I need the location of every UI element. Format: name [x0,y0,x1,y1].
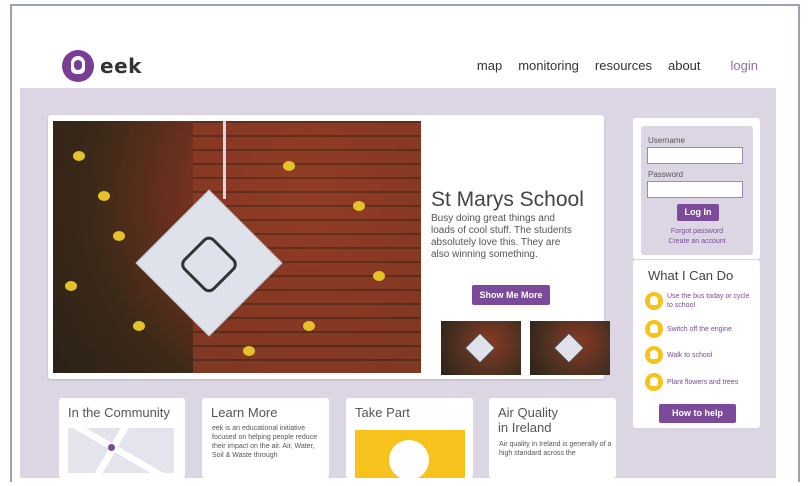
what-i-can-do-panel: What I Can Do Use the bus today or cycle… [633,260,760,428]
show-more-button[interactable]: Show Me More [472,285,550,305]
gallery-thumbnail[interactable] [530,321,610,375]
nav-map[interactable]: map [477,58,502,73]
password-label: Password [648,170,684,179]
person-icon [645,292,663,310]
learn-more-card[interactable]: Learn More eek is an educational initiat… [202,398,329,478]
password-field[interactable] [647,181,743,198]
nav-monitoring[interactable]: monitoring [518,58,579,73]
login-panel: Username Password Log In Forgot password… [633,118,760,259]
card-title: Learn More [211,405,278,420]
username-label: Username [648,136,685,145]
flower-icon [373,271,385,281]
flower-icon [65,281,77,291]
forgot-password-link[interactable]: Forgot password [647,227,747,237]
person-icon [645,346,663,364]
how-to-help-button[interactable]: How to help [659,404,736,423]
community-card[interactable]: In the Community [59,398,185,478]
account-links: Forgot password Create an account [647,227,747,247]
take-part-card[interactable]: Take Part [346,398,473,478]
tile-thumbnail-icon [464,332,496,364]
help-title: What I Can Do [648,268,734,283]
card-text: eek is an educational initiative focused… [212,425,318,459]
card-title-line: Air Quality [498,405,558,420]
login-button[interactable]: Log In [677,204,719,221]
featured-school-card: St Marys School Busy doing great things … [48,115,610,379]
flower-icon [283,161,295,171]
tile-frame [177,233,241,296]
help-item[interactable]: Use the bus today or cycle to school [645,292,751,310]
flower-icon [353,201,365,211]
create-account-link[interactable]: Create an account [647,237,747,247]
person-icon [645,320,663,338]
flower-icon [73,151,85,161]
nav-resources[interactable]: resources [595,58,652,73]
flower-icon [243,346,255,356]
card-title: Take Part [355,405,410,420]
take-part-image [355,430,465,478]
help-item-text: Walk to school [667,351,713,359]
help-item[interactable]: Walk to school [645,346,751,364]
person-icon [645,373,663,391]
tile-thumbnail-icon [553,332,585,364]
card-title-line: in Ireland [498,420,552,435]
hanging-string [223,121,226,199]
school-title: St Marys School [431,188,584,211]
flower-icon [303,321,315,331]
gallery-thumbnail[interactable] [441,321,521,375]
help-item-text: Plant flowers and trees [667,378,739,386]
flower-icon [98,191,110,201]
help-item[interactable]: Plant flowers and trees [645,373,751,391]
login-form: Username Password Log In Forgot password… [641,126,753,255]
help-item-text: Use the bus today or cycle to school [667,293,750,309]
main-nav: map monitoring resources about login [477,58,758,73]
logo-icon [62,50,94,82]
flower-icon [133,321,145,331]
map-thumbnail[interactable] [68,428,174,473]
nav-about[interactable]: about [668,58,701,73]
hero-photo [53,121,421,373]
card-title: Air Quality in Ireland [498,405,558,435]
logo[interactable]: eek [62,50,142,82]
air-quality-card[interactable]: Air Quality in Ireland Air quality in Ir… [489,398,616,478]
card-title: In the Community [68,405,170,420]
help-item-text: Switch off the engine [667,325,732,333]
card-text: Air quality in Ireland is generally of a… [499,441,612,457]
header: eek map monitoring resources about login [12,6,798,92]
logo-text: eek [100,54,142,78]
username-field[interactable] [647,147,743,164]
help-item[interactable]: Switch off the engine [645,320,751,338]
school-description: Busy doing great things and loads of coo… [431,213,572,260]
nav-login[interactable]: login [731,58,758,73]
flower-icon [113,231,125,241]
